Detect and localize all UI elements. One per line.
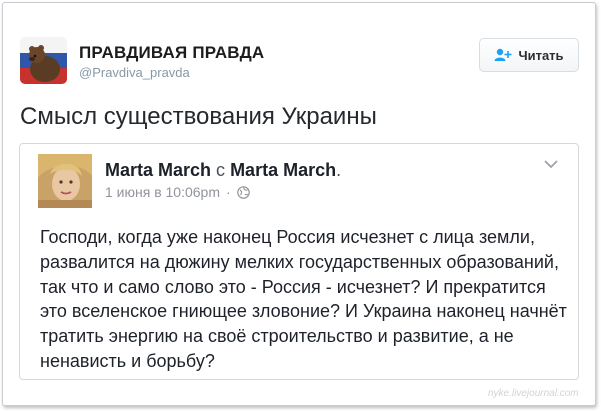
tweet-header: ПРАВДИВАЯ ПРАВДА @Pravdiva_pravda Читать [20,37,580,87]
author-handle[interactable]: @Pravdiva_pravda [79,65,190,80]
meta-separator: · [226,184,231,200]
post-author[interactable]: Marta March [105,160,211,180]
follow-label: Читать [518,47,564,63]
tweet-text: Смысл существования Украины [20,103,377,130]
profile-photo[interactable] [38,154,92,208]
bear-flag-avatar [20,37,67,84]
follow-button[interactable]: Читать [479,38,579,72]
post-with-author[interactable]: Marta March [230,160,336,180]
with-word: с [216,160,226,180]
watermark: nyke.livejournal.com [488,388,579,399]
quoted-facebook-post[interactable]: Marta March с Marta March. 1 июня в 10:0… [19,143,579,380]
post-body: Господи, когда уже наконец Россия исчезн… [40,227,567,371]
chevron-down-icon[interactable] [542,158,560,170]
globe-icon[interactable] [236,185,250,199]
author-avatar[interactable] [20,37,67,84]
author-name[interactable]: ПРАВДИВАЯ ПРАВДА [79,43,264,63]
follow-user-icon [494,48,512,61]
post-authors: Marta March с Marta March. [105,160,342,180]
post-meta: 1 июня в 10:06pm · [105,184,250,200]
profile-photo-image [38,154,92,208]
post-date[interactable]: 1 июня в 10:06pm [105,184,220,200]
